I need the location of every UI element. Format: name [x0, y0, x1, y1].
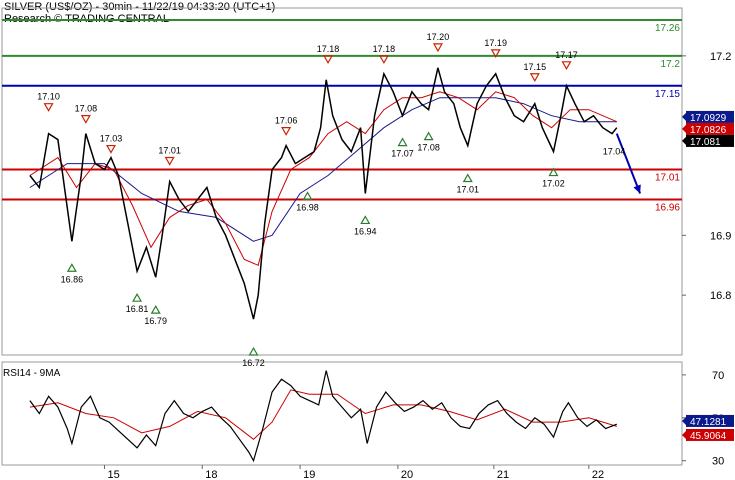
pivot-low-label: 16.86	[61, 274, 84, 284]
pivot-low-label: 17.07	[391, 149, 414, 159]
level-label: 16.96	[655, 202, 680, 213]
pivot-low-marker	[150, 304, 161, 314]
level-label: 17.2	[661, 59, 681, 70]
level-label: 17.01	[655, 173, 680, 184]
pivot-low-label: 17.02	[542, 179, 565, 189]
pivot-high-marker	[378, 55, 389, 65]
price-box-label: 17.081	[690, 137, 721, 148]
pivot-low-label: 16.72	[242, 358, 265, 368]
price-box-label: 17.0826	[690, 125, 727, 136]
rsi-ma-line	[29, 389, 617, 440]
pivot-high-marker	[529, 73, 540, 82]
pivot-low-marker	[132, 292, 143, 302]
pivot-low-marker	[423, 131, 434, 141]
pivot-high-marker	[164, 156, 175, 166]
pivot-high-marker	[43, 103, 54, 112]
pivot-high-marker	[281, 127, 292, 136]
forecast-arrow-line	[615, 133, 642, 194]
pivot-low-marker	[302, 191, 313, 201]
chart-root: SILVER (US$/OZ) - 30min - 11/22/19 04:33…	[0, 0, 735, 480]
pivot-high-label: 17.10	[37, 92, 60, 102]
x-tick-label: 22	[592, 469, 604, 480]
pivot-high-marker	[432, 43, 443, 53]
pivot-low-marker	[66, 263, 77, 272]
rsi-panel-frame	[1, 361, 683, 466]
pivot-low-label: 16.98	[296, 202, 319, 212]
pivot-high-label: 17.03	[100, 134, 123, 144]
x-tick-label: 20	[401, 469, 413, 480]
rsi-y-tick-label: 30	[712, 456, 724, 468]
price-panel-frame	[1, 7, 683, 356]
pivot-low-marker	[397, 137, 408, 147]
pivot-high-label: 17.18	[317, 44, 340, 54]
rsi-box: 47.1281	[682, 414, 734, 428]
rsi-box-pointer	[682, 430, 686, 439]
rsi-y-tick-label: 70	[712, 370, 724, 382]
pivot-low-label: 16.81	[126, 304, 149, 314]
rsi-line	[29, 370, 618, 463]
pivot-low-marker	[462, 173, 473, 183]
pivot-high-marker	[105, 144, 117, 154]
pivot-low-label: 16.94	[354, 226, 377, 236]
pivot-high-label: 17.20	[427, 32, 450, 42]
price-box-pointer	[682, 136, 686, 145]
pivot-high-label: 17.17	[555, 50, 578, 60]
price-box-label: 17.0929	[690, 113, 727, 124]
x-tick-label: 15	[107, 469, 119, 480]
price-box: 17.0826	[682, 122, 734, 136]
pivot-low-label: 17.01	[456, 185, 479, 195]
pivot-high-marker	[80, 115, 91, 124]
pivot-high-label: 17.01	[158, 146, 181, 156]
chart-canvas: 16.816.917.230507015181920212217.2617.21…	[1, 7, 734, 480]
price-box-pointer	[682, 112, 686, 121]
price-box: 17.0929	[682, 110, 734, 124]
pivot-low-label: 16.79	[144, 316, 167, 326]
rsi-box-label: 47.1281	[690, 417, 727, 428]
x-tick-label: 21	[497, 469, 509, 480]
pivot-low-label: 17.08	[417, 143, 440, 153]
pivot-high-label: 17.08	[75, 104, 98, 114]
rsi-box-label: 45.9064	[690, 431, 727, 442]
price-y-tick-label: 17.2	[710, 51, 731, 63]
pivot-low-marker	[360, 215, 371, 225]
pivot-high-label: 17.15	[524, 62, 547, 72]
price-box: 17.081	[682, 134, 734, 148]
forecast-annotation: 17.04	[603, 147, 626, 157]
price-y-tick-label: 16.8	[710, 290, 731, 302]
x-tick-label: 18	[205, 469, 217, 480]
pivot-low-marker	[248, 346, 259, 356]
pivot-high-marker	[561, 61, 572, 71]
x-tick-label: 19	[303, 469, 315, 480]
price-y-tick-label: 16.9	[710, 230, 731, 242]
level-label: 17.15	[655, 89, 680, 100]
price-box-pointer	[682, 124, 686, 133]
pivot-high-marker	[322, 55, 334, 65]
pivot-high-label: 17.19	[484, 38, 507, 48]
pivot-high-label: 17.06	[275, 116, 298, 126]
pivot-high-label: 17.18	[373, 44, 396, 54]
level-label: 17.26	[655, 23, 680, 34]
rsi-box: 45.9064	[682, 428, 734, 442]
